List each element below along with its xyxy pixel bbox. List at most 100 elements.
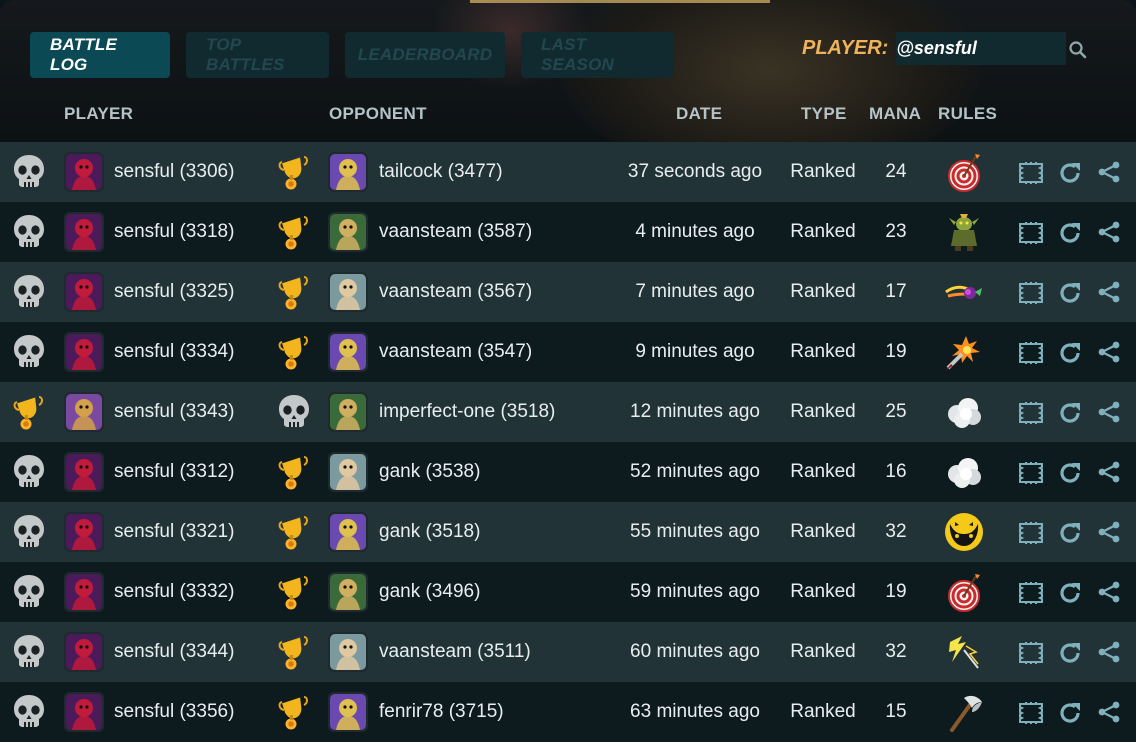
target-icon[interactable]	[942, 570, 986, 614]
replay-icon[interactable]	[1057, 400, 1083, 426]
player-name[interactable]: sensful (3325)	[114, 281, 234, 303]
replay-icon[interactable]	[1057, 220, 1083, 246]
share-icon[interactable]	[1097, 220, 1121, 244]
tab-battle-log[interactable]: BATTLE LOG	[30, 32, 170, 78]
view-battle-icon[interactable]	[1018, 400, 1044, 426]
table-row[interactable]: sensful (3332) gank (3496) 59 minutes ag…	[0, 562, 1136, 622]
share-icon[interactable]	[1097, 280, 1121, 304]
table-row[interactable]: sensful (3334) vaansteam (3547) 9 minute…	[0, 322, 1136, 382]
replay-icon[interactable]	[1057, 280, 1083, 306]
share-icon[interactable]	[1097, 460, 1121, 484]
opponent-name[interactable]: fenrir78 (3715)	[379, 701, 504, 723]
opponent-name[interactable]: imperfect-one (3518)	[379, 401, 555, 423]
table-row[interactable]: sensful (3306) tailcock (3477) 37 second…	[0, 142, 1136, 202]
axe-icon[interactable]	[942, 690, 986, 734]
table-row[interactable]: sensful (3312) gank (3538) 52 minutes ag…	[0, 442, 1136, 502]
opponent-name[interactable]: vaansteam (3511)	[379, 641, 531, 663]
replay-icon[interactable]	[1057, 700, 1083, 726]
player-avatar	[64, 272, 104, 312]
battle-date: 59 minutes ago	[630, 581, 760, 602]
replay-icon[interactable]	[1057, 460, 1083, 486]
view-battle-icon[interactable]	[1018, 520, 1044, 546]
opponent-name[interactable]: gank (3518)	[379, 521, 480, 543]
view-battle-icon[interactable]	[1018, 340, 1044, 366]
player-name[interactable]: sensful (3318)	[114, 221, 234, 243]
share-icon[interactable]	[1097, 640, 1121, 664]
table-row[interactable]: sensful (3325) vaansteam (3567) 7 minute…	[0, 262, 1136, 322]
replay-icon[interactable]	[1057, 520, 1083, 546]
view-battle-icon[interactable]	[1018, 700, 1044, 726]
replay-icon[interactable]	[1057, 160, 1083, 186]
share-icon[interactable]	[1097, 520, 1121, 544]
mana-cap: 25	[885, 401, 907, 422]
goblin-icon[interactable]	[942, 210, 986, 254]
table-row[interactable]: sensful (3318) vaansteam (3587) 4 minute…	[0, 202, 1136, 262]
comet-icon[interactable]	[942, 270, 986, 314]
replay-icon[interactable]	[1057, 640, 1083, 666]
table-row[interactable]: sensful (3356) fenrir78 (3715) 63 minute…	[0, 682, 1136, 742]
share-icon[interactable]	[1097, 340, 1121, 364]
battle-log-table: sensful (3306) tailcock (3477) 37 second…	[0, 142, 1136, 742]
mana-cap: 24	[885, 161, 907, 182]
opponent-avatar	[328, 212, 368, 252]
replay-icon[interactable]	[1057, 580, 1083, 606]
header-date[interactable]: DATE	[676, 104, 722, 124]
blast-icon[interactable]	[942, 330, 986, 374]
player-name[interactable]: sensful (3332)	[114, 581, 234, 603]
share-icon[interactable]	[1097, 700, 1121, 724]
tab-last-season[interactable]: LAST SEASON	[521, 32, 674, 78]
skull-icon	[11, 513, 47, 551]
replay-icon[interactable]	[1057, 340, 1083, 366]
player-name[interactable]: sensful (3356)	[114, 701, 234, 723]
table-row[interactable]: sensful (3344) vaansteam (3511) 60 minut…	[0, 622, 1136, 682]
view-battle-icon[interactable]	[1018, 160, 1044, 186]
battle-type: Ranked	[790, 581, 856, 602]
player-name[interactable]: sensful (3306)	[114, 161, 234, 183]
player-name[interactable]: sensful (3334)	[114, 341, 234, 363]
header-type[interactable]: TYPE	[801, 104, 847, 124]
view-battle-icon[interactable]	[1018, 580, 1044, 606]
player-search-input[interactable]	[896, 32, 1067, 65]
skull-icon	[11, 453, 47, 491]
lightning-icon[interactable]	[942, 630, 986, 674]
opponent-name[interactable]: vaansteam (3547)	[379, 341, 532, 363]
share-icon[interactable]	[1097, 160, 1121, 184]
header-mana[interactable]: MANA	[869, 104, 921, 124]
opponent-name[interactable]: tailcock (3477)	[379, 161, 503, 183]
player-name[interactable]: sensful (3344)	[114, 641, 234, 663]
battle-date: 37 seconds ago	[627, 161, 763, 182]
view-battle-icon[interactable]	[1018, 460, 1044, 486]
table-row[interactable]: sensful (3343) imperfect-one (3518) 12 m…	[0, 382, 1136, 442]
header-opponent[interactable]: OPPONENT	[329, 104, 427, 124]
table-row[interactable]: sensful (3321) gank (3518) 55 minutes ag…	[0, 502, 1136, 562]
battle-type: Ranked	[790, 161, 856, 182]
monster-icon[interactable]	[942, 510, 986, 554]
mana-cap: 23	[885, 221, 907, 242]
trophy-icon	[276, 513, 312, 551]
mana-cap: 16	[885, 461, 907, 482]
opponent-name[interactable]: vaansteam (3587)	[379, 221, 532, 243]
opponent-name[interactable]: gank (3538)	[379, 461, 480, 483]
battle-date: 9 minutes ago	[635, 341, 755, 362]
target-icon[interactable]	[942, 150, 986, 194]
header-player[interactable]: PLAYER	[64, 104, 133, 124]
view-battle-icon[interactable]	[1018, 640, 1044, 666]
opponent-name[interactable]: gank (3496)	[379, 581, 480, 603]
cloud-icon[interactable]	[942, 390, 986, 434]
view-battle-icon[interactable]	[1018, 280, 1044, 306]
player-avatar	[64, 332, 104, 372]
skull-icon	[11, 693, 47, 731]
mana-cap: 32	[885, 521, 907, 542]
tab-top-battles[interactable]: TOP BATTLES	[186, 32, 329, 78]
player-name[interactable]: sensful (3312)	[114, 461, 234, 483]
cloud-icon[interactable]	[942, 450, 986, 494]
player-name[interactable]: sensful (3343)	[114, 401, 234, 423]
header-rules[interactable]: RULES	[938, 104, 997, 124]
view-battle-icon[interactable]	[1018, 220, 1044, 246]
search-icon[interactable]	[1068, 40, 1088, 60]
tab-leaderboard[interactable]: LEADERBOARD	[345, 32, 505, 78]
share-icon[interactable]	[1097, 400, 1121, 424]
share-icon[interactable]	[1097, 580, 1121, 604]
player-name[interactable]: sensful (3321)	[114, 521, 234, 543]
opponent-name[interactable]: vaansteam (3567)	[379, 281, 532, 303]
